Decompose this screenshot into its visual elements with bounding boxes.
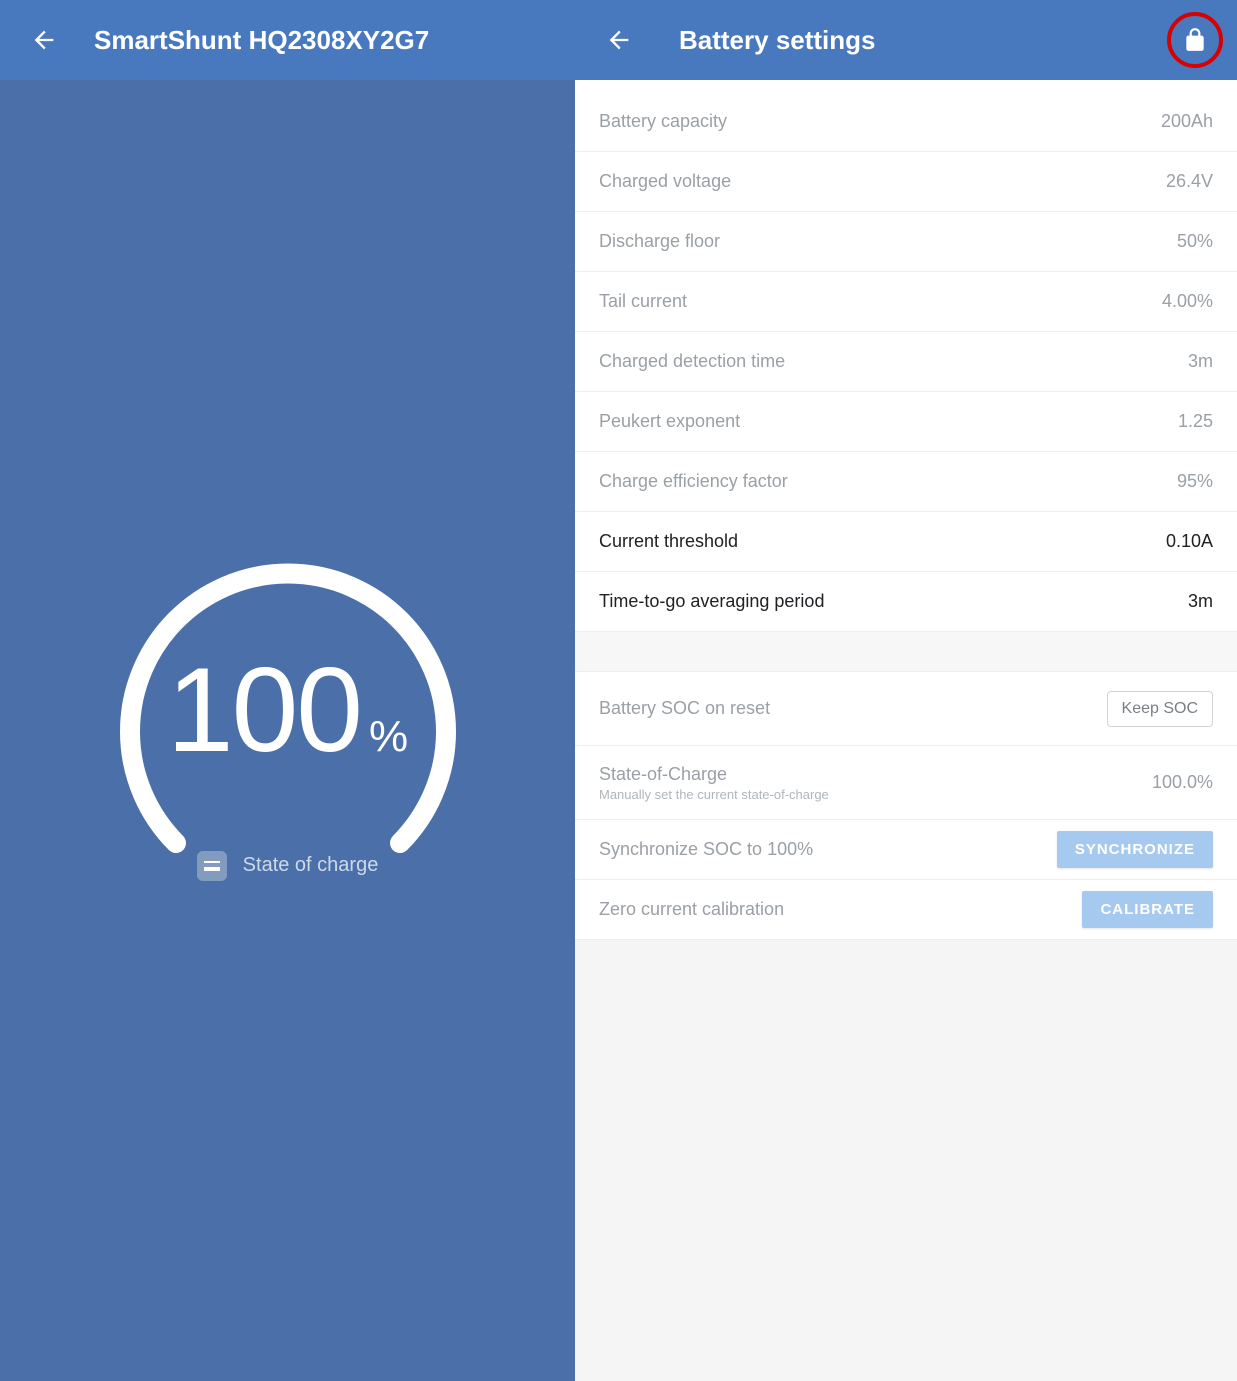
row-discharge-floor[interactable]: Discharge floor 50% [575,212,1237,272]
lock-icon [1182,27,1208,53]
soc-readout: 100% [88,641,488,779]
soc-unit: % [369,712,408,761]
state-of-charge-sub: Manually set the current state-of-charge [599,787,829,802]
back-button-right[interactable] [599,20,639,60]
time-to-go-averaging-period-label: Time-to-go averaging period [599,591,824,612]
charge-efficiency-factor-value: 95% [1177,471,1213,492]
soc-gauge: 100% State of charge [88,531,488,931]
zero-current-calibration-label: Zero current calibration [599,899,784,920]
charged-voltage-value: 26.4V [1166,171,1213,192]
right-titlebar: Battery settings [575,0,1237,80]
soc-legend-label: State of charge [243,854,379,877]
synchronize-soc-label: Synchronize SOC to 100% [599,839,813,860]
row-synchronize-soc: Synchronize SOC to 100% SYNCHRONIZE [575,820,1237,880]
battery-settings-panel: Battery settings Battery capacity 200Ah Ch… [575,0,1237,1381]
row-tail-current[interactable]: Tail current 4.00% [575,272,1237,332]
battery-soc-on-reset-label: Battery SOC on reset [599,698,770,719]
tail-current-value: 4.00% [1162,291,1213,312]
battery-soc-on-reset-select[interactable]: Keep SOC [1107,691,1213,727]
battery-capacity-value: 200Ah [1161,111,1213,132]
device-overview-panel: SmartShunt HQ2308XY2G7 100% State of cha… [0,0,575,1381]
settings-list: Battery capacity 200Ah Charged voltage 26.4… [575,92,1237,632]
charged-voltage-label: Charged voltage [599,171,731,192]
device-title: SmartShunt HQ2308XY2G7 [94,25,429,56]
row-time-to-go-averaging-period[interactable]: Time-to-go averaging period 3m [575,572,1237,632]
settings-title: Battery settings [679,25,876,56]
row-current-threshold[interactable]: Current threshold 0.10A [575,512,1237,572]
settings-list-2: Battery SOC on reset Keep SOC State-of-C… [575,672,1237,940]
legend-chip-icon [197,851,227,881]
back-button-left[interactable] [24,20,64,60]
state-of-charge-label: State-of-Charge Manually set the current… [599,764,829,802]
calibrate-button[interactable]: CALIBRATE [1082,891,1213,928]
filler [575,940,1237,1381]
row-charged-voltage[interactable]: Charged voltage 26.4V [575,152,1237,212]
gauge-area: 100% State of charge [0,80,575,1381]
time-to-go-averaging-period-value: 3m [1188,591,1213,612]
current-threshold-value: 0.10A [1166,531,1213,552]
section-gap [575,632,1237,672]
peukert-exponent-label: Peukert exponent [599,411,740,432]
synchronize-button[interactable]: SYNCHRONIZE [1057,831,1213,868]
row-state-of-charge[interactable]: State-of-Charge Manually set the current… [575,746,1237,820]
row-zero-current-calibration: Zero current calibration CALIBRATE [575,880,1237,940]
charge-efficiency-factor-label: Charge efficiency factor [599,471,788,492]
lock-button[interactable] [1167,12,1223,68]
discharge-floor-value: 50% [1177,231,1213,252]
battery-capacity-label: Battery capacity [599,111,727,132]
charged-detection-time-label: Charged detection time [599,351,785,372]
row-peukert-exponent[interactable]: Peukert exponent 1.25 [575,392,1237,452]
row-charged-detection-time[interactable]: Charged detection time 3m [575,332,1237,392]
arrow-left-icon [605,26,633,54]
discharge-floor-label: Discharge floor [599,231,720,252]
arrow-left-icon [30,26,58,54]
soc-legend: State of charge [88,851,488,881]
tail-current-label: Tail current [599,291,687,312]
charged-detection-time-value: 3m [1188,351,1213,372]
row-charge-efficiency-factor[interactable]: Charge efficiency factor 95% [575,452,1237,512]
row-battery-capacity[interactable]: Battery capacity 200Ah [575,92,1237,152]
left-titlebar: SmartShunt HQ2308XY2G7 [0,0,575,80]
soc-value: 100 [167,643,361,777]
current-threshold-label: Current threshold [599,531,738,552]
row-battery-soc-on-reset[interactable]: Battery SOC on reset Keep SOC [575,672,1237,746]
peukert-exponent-value: 1.25 [1178,411,1213,432]
state-of-charge-value: 100.0% [1152,772,1213,793]
